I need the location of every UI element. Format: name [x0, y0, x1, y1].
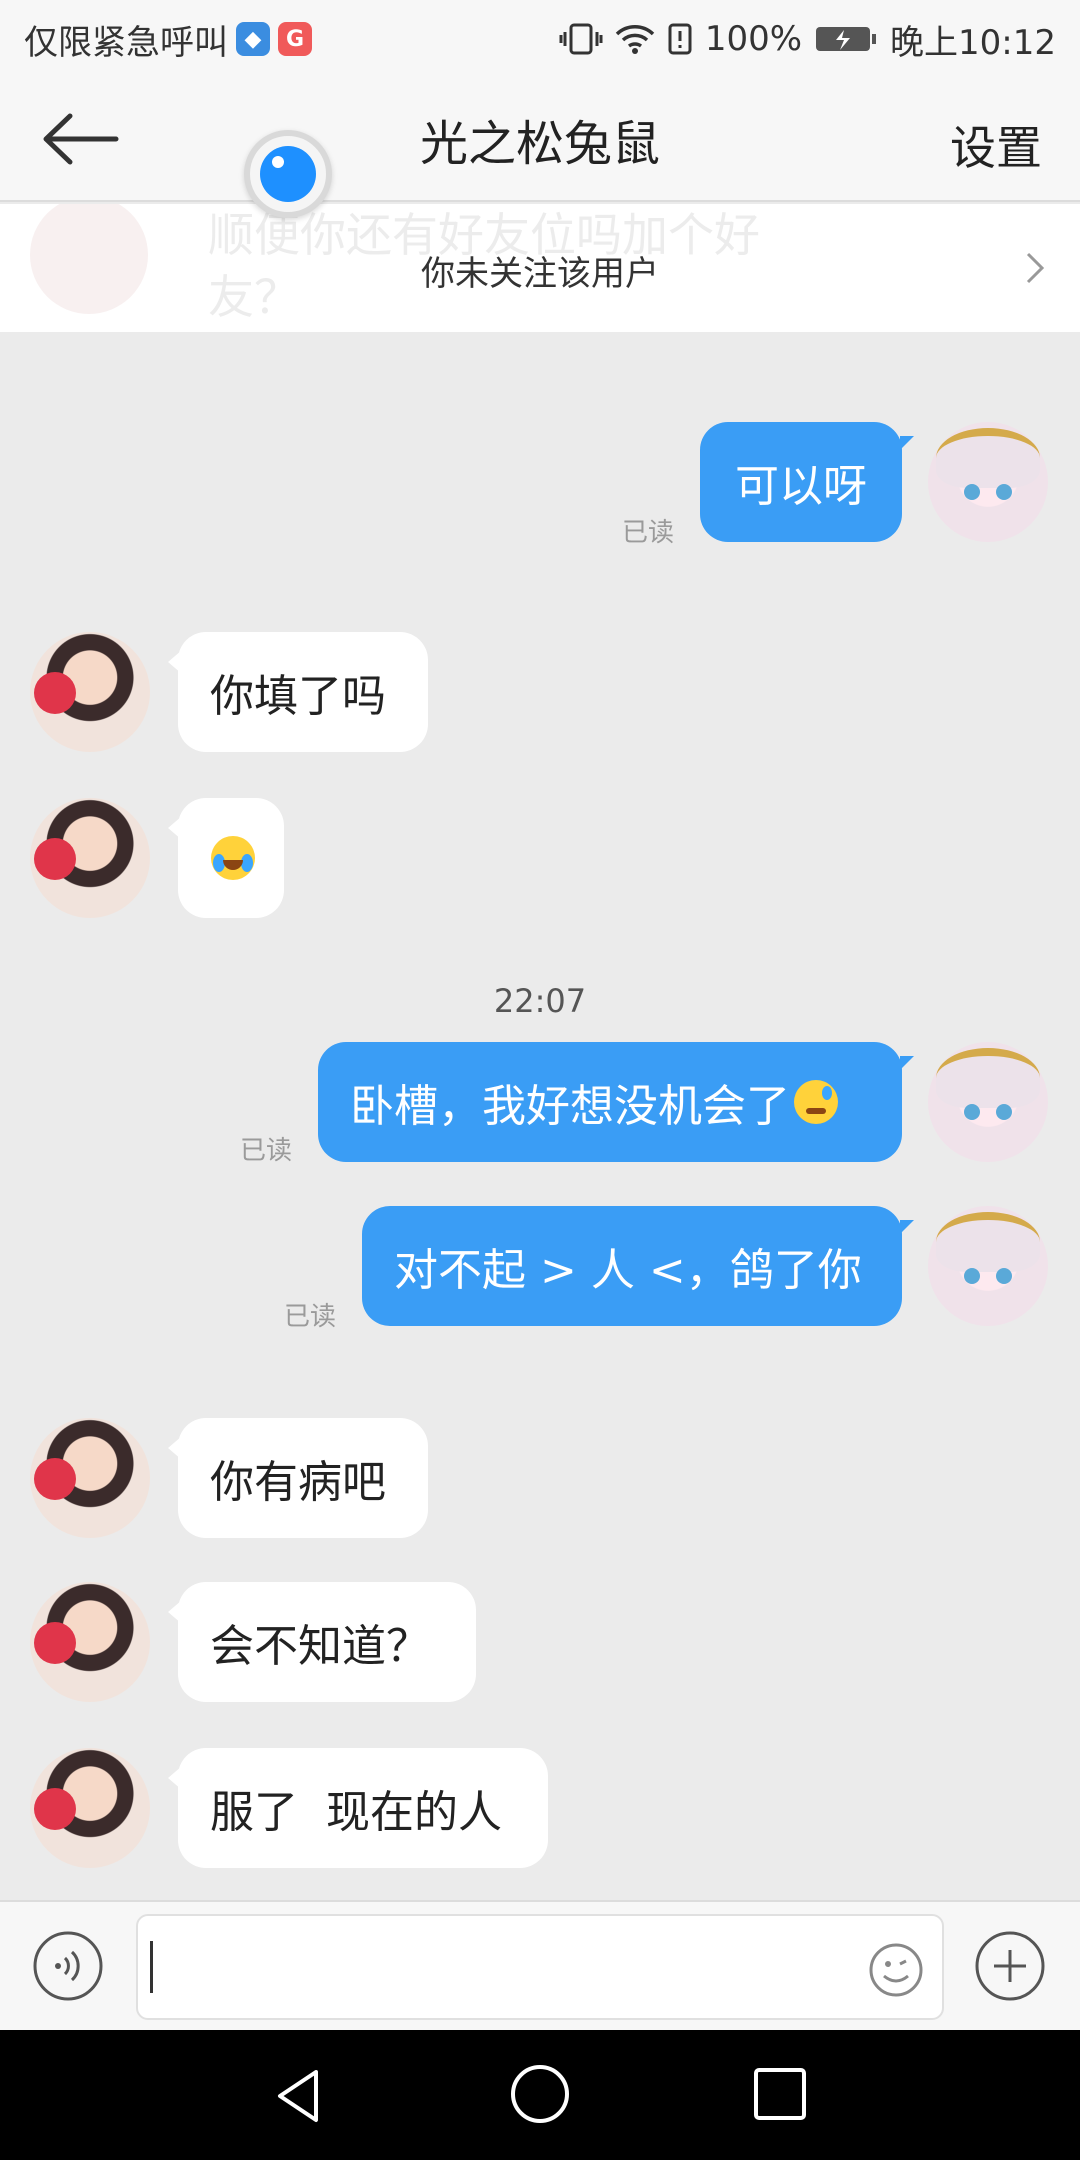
- text-caret: [150, 1941, 153, 1993]
- battery-icon: [816, 27, 877, 51]
- app-notification-icon: G: [278, 22, 312, 56]
- contact-avatar[interactable]: [30, 1418, 150, 1538]
- clock: 晚上10:12: [890, 22, 1056, 63]
- read-receipt: 已读: [622, 518, 675, 548]
- battery-saver-icon: [668, 23, 692, 55]
- message-bubble-received[interactable]: 你填了吗: [168, 632, 428, 752]
- settings-button[interactable]: 设置: [950, 112, 1042, 178]
- message-text: 你填了吗: [210, 671, 386, 722]
- wifi-icon: [615, 25, 655, 54]
- message-bubble-received[interactable]: [168, 798, 284, 918]
- avatar-eye: [996, 1268, 1012, 1284]
- follow-banner[interactable]: 顺便你还有好友位吗加个好友？ 你未关注该用户: [0, 204, 1080, 332]
- message-text: 对不起 > 人 <，鸽了你: [394, 1245, 862, 1296]
- emoji-picker-icon[interactable]: [868, 1942, 924, 1998]
- vibrate-icon: [559, 23, 603, 55]
- my-avatar[interactable]: [928, 1206, 1048, 1326]
- contact-avatar[interactable]: [30, 632, 150, 752]
- avatar-eye: [996, 1104, 1012, 1120]
- battery-percent: 100%: [704, 19, 803, 59]
- my-avatar[interactable]: [928, 422, 1048, 542]
- status-right: 100% 晚上10:12: [559, 15, 1056, 64]
- message-bubble-sent[interactable]: 可以呀: [700, 422, 914, 542]
- avatar-hair: [936, 1048, 1040, 1108]
- avatar-rose: [34, 1788, 76, 1830]
- chat-title: 光之松兔鼠: [419, 116, 660, 172]
- message-text: 服了 现在的人: [210, 1787, 502, 1838]
- message-text: 可以呀: [735, 461, 867, 512]
- message-bubble-received[interactable]: 服了 现在的人: [168, 1748, 548, 1868]
- tear-right: [241, 854, 253, 872]
- avatar-rose: [34, 1622, 76, 1664]
- carrier-label: 仅限紧急呼叫: [24, 22, 228, 63]
- voice-input-icon[interactable]: [32, 1930, 104, 2002]
- sleepy-face-emoji-icon: [794, 1080, 838, 1124]
- message-bubble-sent[interactable]: 卧槽，我好想没机会了: [318, 1042, 914, 1162]
- chat-screen: 仅限紧急呼叫 ◆ G 100% 晚上10:12 光之松兔鼠 设置 顺便你还有好友…: [0, 0, 1080, 2160]
- avatar-hair: [936, 1212, 1040, 1272]
- not-following-label: 你未关注该用户: [421, 254, 659, 294]
- shield-icon: ◆: [236, 22, 270, 56]
- message-bubble-sent[interactable]: 对不起 > 人 <，鸽了你: [362, 1206, 914, 1326]
- composer-bar: [0, 1900, 1080, 2030]
- read-receipt: 已读: [284, 1302, 337, 1332]
- emoji-mouth: [223, 860, 243, 870]
- avatar-rose: [34, 1458, 76, 1500]
- sweat-drop: [822, 1086, 832, 1100]
- contact-avatar[interactable]: [30, 1748, 150, 1868]
- avatar-eye: [996, 484, 1012, 500]
- crying-laughing-emoji-icon: [211, 836, 255, 880]
- message-text: 会不知道？: [210, 1621, 430, 1672]
- message-bubble-received[interactable]: 会不知道？: [168, 1582, 476, 1702]
- chevron-right-icon: [1026, 252, 1045, 284]
- avatar-eye: [964, 1268, 980, 1284]
- message-text: 卧槽，我好想没机会了: [350, 1081, 790, 1132]
- read-receipt: 已读: [240, 1136, 293, 1166]
- nav-recent-apps-icon[interactable]: [752, 2066, 808, 2122]
- nav-back-icon[interactable]: [270, 2066, 330, 2126]
- message-text: 你有病吧: [210, 1457, 386, 1508]
- avatar-rose: [34, 838, 76, 880]
- contact-avatar[interactable]: [30, 1582, 150, 1702]
- more-options-plus-icon[interactable]: [974, 1930, 1046, 2002]
- my-avatar[interactable]: [928, 1042, 1048, 1162]
- floating-assistant-button[interactable]: [244, 130, 332, 218]
- system-nav-bar: [0, 2030, 1080, 2160]
- nav-home-icon[interactable]: [508, 2062, 572, 2126]
- time-divider: 22:07: [493, 982, 587, 1020]
- avatar-hair: [936, 428, 1040, 488]
- contact-avatar[interactable]: [30, 798, 150, 918]
- avatar-rose: [34, 672, 76, 714]
- message-bubble-received[interactable]: 你有病吧: [168, 1418, 428, 1538]
- emoji-mouth: [806, 1108, 826, 1114]
- avatar-eye: [964, 1104, 980, 1120]
- status-bar: 仅限紧急呼叫 ◆ G 100% 晚上10:12: [0, 0, 1080, 78]
- message-input[interactable]: [136, 1914, 944, 2020]
- back-arrow-icon[interactable]: [40, 104, 120, 174]
- floating-dot-icon: [260, 146, 316, 202]
- status-left: 仅限紧急呼叫 ◆ G: [24, 15, 312, 64]
- avatar-eye: [964, 484, 980, 500]
- chat-header: 光之松兔鼠 设置: [0, 78, 1080, 202]
